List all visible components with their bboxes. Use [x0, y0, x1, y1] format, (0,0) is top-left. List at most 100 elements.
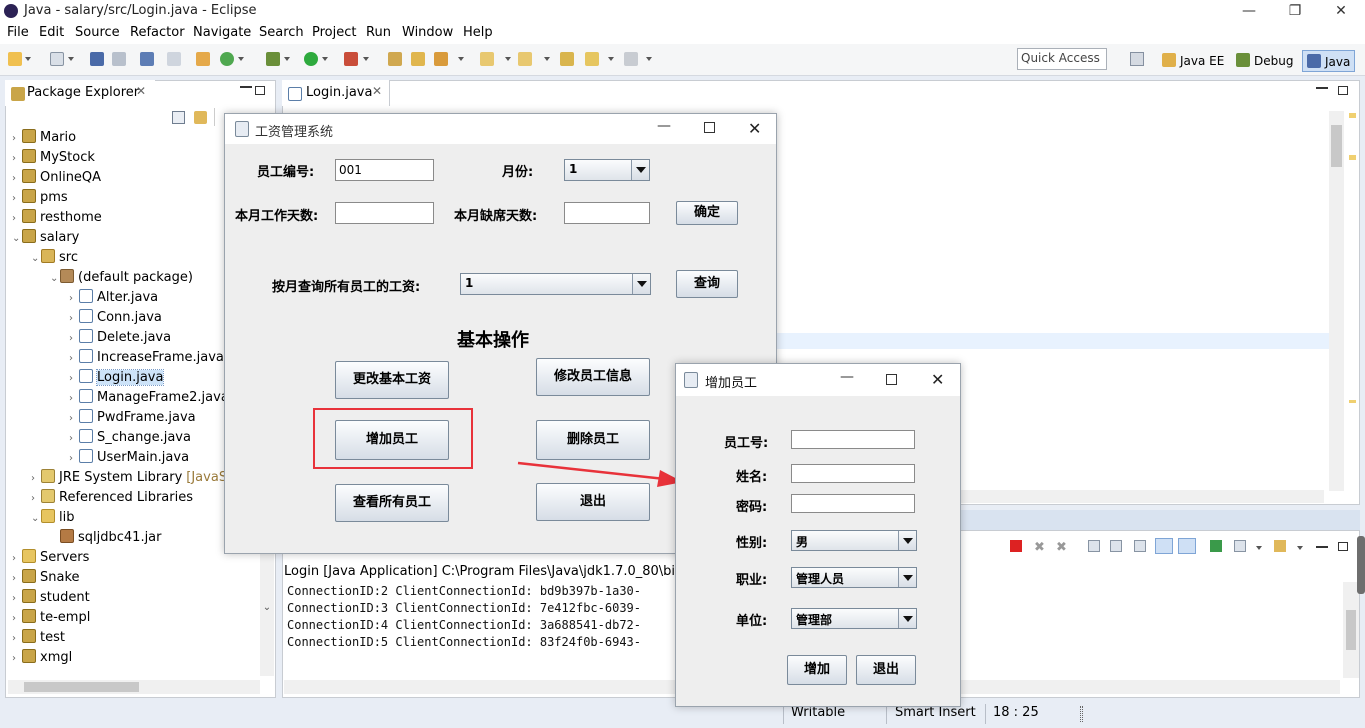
query-month-combo[interactable]: 1 — [460, 273, 651, 295]
menu-run[interactable]: Run — [366, 25, 391, 40]
collapsed-twisty-icon[interactable]: › — [69, 393, 79, 404]
collapsed-twisty-icon[interactable]: › — [69, 433, 79, 444]
tree-item[interactable]: › Delete.java — [69, 329, 171, 349]
show-stderr-icon[interactable] — [1178, 538, 1196, 554]
collapsed-twisty-icon[interactable]: › — [69, 313, 79, 324]
collapsed-twisty-icon[interactable]: › — [12, 633, 22, 644]
open-folder-icon[interactable] — [411, 52, 425, 66]
open-console-icon[interactable] — [1274, 540, 1286, 552]
collapsed-twisty-icon[interactable]: › — [69, 353, 79, 364]
scroll-thumb[interactable] — [1346, 610, 1356, 650]
collapsed-twisty-icon[interactable]: › — [12, 213, 22, 224]
close-button[interactable]: ✕ — [931, 370, 944, 389]
edit-employee-button[interactable]: 修改员工信息 — [536, 358, 650, 396]
status-drag-handle[interactable] — [1080, 706, 1083, 722]
tree-item[interactable]: › resthome — [12, 209, 102, 229]
tree-item[interactable]: › OnlineQA — [12, 169, 101, 189]
job-combo[interactable]: 管理人员 — [791, 567, 917, 588]
cancel-exit-button[interactable]: 退出 — [856, 655, 916, 685]
expanded-twisty-icon[interactable]: ⌄ — [31, 513, 41, 524]
expanded-twisty-icon[interactable]: ⌄ — [31, 253, 41, 264]
close-button[interactable]: ✕ — [748, 119, 761, 138]
absent-days-input[interactable] — [564, 202, 650, 224]
new-icon[interactable] — [8, 52, 22, 66]
chevron-down-icon[interactable] — [25, 57, 31, 61]
delete-employee-button[interactable]: 删除员工 — [536, 420, 650, 460]
collapsed-twisty-icon[interactable]: › — [12, 133, 22, 144]
maximize-view-icon[interactable] — [1338, 86, 1348, 95]
minimize-view-icon[interactable] — [1316, 87, 1328, 89]
chevron-down-icon[interactable] — [544, 57, 550, 61]
chevron-down-icon[interactable] — [505, 57, 511, 61]
chevron-down-icon[interactable] — [284, 57, 290, 61]
collapsed-twisty-icon[interactable]: › — [12, 553, 22, 564]
menu-project[interactable]: Project — [312, 25, 356, 40]
maximize-view-icon[interactable] — [255, 86, 265, 95]
chevron-down-icon[interactable] — [632, 274, 650, 294]
maximize-button[interactable]: ❐ — [1272, 0, 1318, 24]
tree-item[interactable]: sqljdbc41.jar — [50, 529, 162, 549]
query-button[interactable]: 查询 — [676, 270, 738, 298]
chevron-down-icon[interactable] — [898, 568, 916, 587]
menu-help[interactable]: Help — [463, 25, 493, 40]
menu-search[interactable]: Search — [259, 25, 304, 40]
maximize-view-icon[interactable] — [1338, 542, 1348, 551]
expanded-twisty-icon[interactable]: ⌄ — [50, 273, 60, 284]
editor-tab-login[interactable]: Login.java ✕ — [282, 80, 390, 106]
collapsed-twisty-icon[interactable]: › — [12, 153, 22, 164]
chevron-down-icon[interactable] — [68, 57, 74, 61]
tree-item[interactable]: › Servers — [12, 549, 89, 569]
collapse-all-icon[interactable] — [172, 111, 185, 124]
tree-item[interactable]: › PwdFrame.java — [69, 409, 196, 429]
skip-breakpoints-icon[interactable] — [167, 52, 181, 66]
show-stdout-icon[interactable] — [1155, 538, 1173, 554]
refresh-icon[interactable] — [220, 52, 234, 66]
name-input[interactable] — [791, 464, 915, 483]
collapsed-twisty-icon[interactable]: › — [12, 593, 22, 604]
tree-item[interactable]: › Alter.java — [69, 289, 158, 309]
collapsed-twisty-icon[interactable]: › — [31, 493, 41, 504]
view-all-employees-button[interactable]: 查看所有员工 — [335, 484, 449, 522]
chevron-down-icon[interactable] — [1256, 546, 1262, 550]
collapsed-twisty-icon[interactable]: › — [12, 173, 22, 184]
menu-file[interactable]: File — [7, 25, 29, 40]
package-explorer-tab[interactable]: Package Explorer ✕ — [5, 80, 155, 106]
quick-access-input[interactable]: Quick Access — [1017, 48, 1107, 70]
console-vertical-scrollbar[interactable] — [1343, 582, 1359, 678]
tree-item[interactable]: › xmgl — [12, 649, 72, 669]
close-tab-icon[interactable]: ✕ — [372, 84, 382, 98]
menu-refactor[interactable]: Refactor — [130, 25, 185, 40]
tree-item[interactable]: ⌄ (default package) — [50, 269, 193, 289]
remove-all-icon[interactable]: ✖ — [1056, 540, 1067, 555]
change-base-salary-button[interactable]: 更改基本工资 — [335, 361, 449, 399]
scroll-down-icon[interactable]: ⌄ — [262, 602, 272, 616]
menu-edit[interactable]: Edit — [39, 25, 64, 40]
link-editor-icon[interactable] — [194, 111, 207, 124]
scroll-thumb[interactable] — [24, 682, 139, 692]
tree-item[interactable]: ⌄ src — [31, 249, 78, 269]
tree-item[interactable]: › MyStock — [12, 149, 95, 169]
collapsed-twisty-icon[interactable]: › — [69, 293, 79, 304]
tree-item[interactable]: › ManageFrame2.java — [69, 389, 229, 409]
scroll-thumb[interactable] — [1331, 125, 1342, 167]
tree-item[interactable]: › JRE System Library [JavaSE — [31, 469, 235, 489]
back-icon[interactable] — [585, 52, 599, 66]
display-console-icon[interactable] — [1234, 540, 1246, 552]
collapsed-twisty-icon[interactable]: › — [69, 413, 79, 424]
menu-window[interactable]: Window — [402, 25, 453, 40]
chevron-down-icon[interactable] — [631, 160, 649, 180]
menu-navigate[interactable]: Navigate — [193, 25, 251, 40]
chevron-down-icon[interactable] — [898, 609, 916, 628]
build-icon[interactable] — [196, 52, 210, 66]
tree-item[interactable]: › IncreaseFrame.java — [69, 349, 224, 369]
tree-item[interactable]: › te-empl — [12, 609, 90, 629]
confirm-button[interactable]: 确定 — [676, 201, 738, 225]
external-tools-icon[interactable] — [344, 52, 358, 66]
run-icon[interactable] — [304, 52, 318, 66]
tree-item[interactable]: › pms — [12, 189, 68, 209]
maximize-button[interactable] — [704, 122, 715, 133]
chevron-down-icon[interactable] — [363, 57, 369, 61]
emp-id-input[interactable]: 001 — [335, 159, 434, 181]
gender-combo[interactable]: 男 — [791, 530, 917, 551]
minimize-view-icon[interactable] — [1316, 546, 1328, 548]
